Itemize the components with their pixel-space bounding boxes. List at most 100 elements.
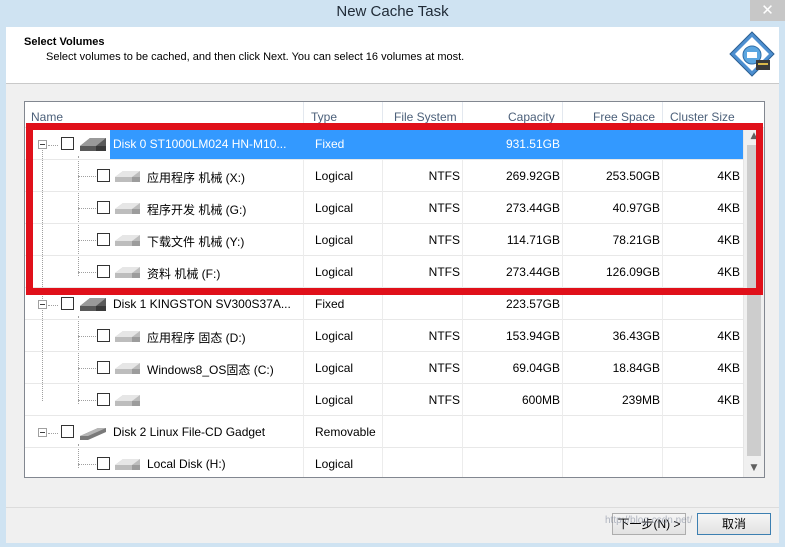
volume-icon (115, 171, 140, 182)
row-capacity: 600MB (521, 393, 560, 407)
row-free-space: 126.09GB (605, 265, 660, 279)
row-capacity: 273.44GB (505, 265, 560, 279)
volume-row-g[interactable]: 程序开发 机械 (G:) Logical NTFS 273.44GB 40.97… (25, 192, 743, 224)
volume-icon (115, 267, 140, 278)
column-type[interactable]: Type (311, 110, 337, 124)
row-name: 应用程序 固态 (D:) (147, 331, 246, 345)
row-type: Logical (315, 233, 354, 247)
next-button[interactable]: 下一步(N) > (612, 513, 686, 535)
row-capacity: 269.92GB (505, 169, 560, 183)
volume-list[interactable]: Name Type File System Capacity Free Spac… (24, 101, 765, 478)
row-cluster-size: 4KB (717, 233, 740, 247)
volume-checkbox[interactable] (97, 201, 110, 214)
row-free-space: 253.50GB (605, 169, 660, 183)
volume-checkbox[interactable] (97, 457, 110, 470)
hard-disk-icon (80, 138, 106, 151)
volume-checkbox[interactable] (97, 361, 110, 374)
row-cluster-size: 4KB (717, 201, 740, 215)
volume-icon (115, 203, 140, 214)
row-type: Fixed (315, 137, 345, 151)
row-name: Local Disk (H:) (147, 457, 226, 471)
row-name: Disk 2 Linux File-CD Gadget (113, 425, 266, 439)
row-capacity: 69.04GB (512, 361, 560, 375)
row-file-system: NTFS (428, 329, 460, 343)
volume-checkbox[interactable] (97, 393, 110, 406)
disk-row-2[interactable]: Disk 2 Linux File-CD Gadget Removable (25, 416, 743, 448)
row-name: Disk 0 ST1000LM024 HN-M10... (113, 137, 287, 151)
row-name: 应用程序 机械 (X:) (147, 171, 245, 185)
row-type: Logical (315, 265, 354, 279)
row-type: Logical (315, 361, 354, 375)
volume-row-f[interactable]: 资料 机械 (F:) Logical NTFS 273.44GB 126.09G… (25, 256, 743, 288)
cancel-button[interactable]: 取消 (697, 513, 771, 535)
disk-checkbox[interactable] (61, 297, 74, 310)
column-free-space[interactable]: Free Space (593, 110, 655, 124)
disk-checkbox[interactable] (61, 425, 74, 438)
column-file-system[interactable]: File System (394, 110, 457, 124)
volume-checkbox[interactable] (97, 233, 110, 246)
scroll-thumb[interactable] (747, 145, 761, 456)
volume-icon (115, 395, 140, 406)
collapse-toggle[interactable] (38, 140, 47, 149)
column-header: Name Type File System Capacity Free Spac… (25, 102, 764, 128)
row-cluster-size: 4KB (717, 393, 740, 407)
column-capacity[interactable]: Capacity (508, 110, 555, 124)
row-cluster-size: 4KB (717, 169, 740, 183)
row-name: 下载文件 机械 (Y:) (147, 235, 245, 249)
row-free-space: 36.43GB (612, 329, 660, 343)
disk-row-1[interactable]: Disk 1 KINGSTON SV300S37A... Fixed 223.5… (25, 288, 743, 320)
volume-row-y[interactable]: 下载文件 机械 (Y:) Logical NTFS 114.71GB 78.21… (25, 224, 743, 256)
cache-disk-icon (729, 31, 775, 77)
volume-icon (115, 363, 140, 374)
row-free-space: 239MB (621, 393, 660, 407)
row-name: Windows8_OS固态 (C:) (147, 363, 274, 377)
scroll-down-arrow-icon[interactable]: ▼ (744, 460, 764, 477)
vertical-scrollbar[interactable]: ▲ ▼ (743, 128, 764, 477)
row-file-system: NTFS (428, 393, 460, 407)
row-capacity: 931.51GB (505, 137, 560, 151)
step-description: Select volumes to be cached, and then cl… (46, 51, 465, 63)
volume-icon (115, 459, 140, 470)
row-capacity: 114.71GB (506, 233, 560, 247)
usb-drive-icon (80, 428, 106, 440)
row-name: 程序开发 机械 (G:) (147, 203, 247, 217)
row-capacity: 273.44GB (505, 201, 560, 215)
row-type: Logical (315, 457, 354, 471)
row-cluster-size: 4KB (717, 265, 740, 279)
volume-row-c[interactable]: Windows8_OS固态 (C:) Logical NTFS 69.04GB … (25, 352, 743, 384)
row-type: Removable (315, 425, 376, 439)
volume-row-h[interactable]: Local Disk (H:) Logical (25, 448, 743, 477)
step-title: Select Volumes (24, 36, 105, 48)
volume-icon (115, 331, 140, 342)
volume-checkbox[interactable] (97, 329, 110, 342)
row-capacity: 153.94GB (505, 329, 560, 343)
volume-row-d[interactable]: 应用程序 固态 (D:) Logical NTFS 153.94GB 36.43… (25, 320, 743, 352)
row-type: Logical (315, 201, 354, 215)
volume-row-unnamed[interactable]: Logical NTFS 600MB 239MB 4KB (25, 384, 743, 416)
row-file-system: NTFS (428, 169, 460, 183)
volume-icon (115, 235, 140, 246)
row-file-system: NTFS (428, 233, 460, 247)
volume-checkbox[interactable] (97, 265, 110, 278)
row-free-space: 78.21GB (612, 233, 660, 247)
row-name: Disk 1 KINGSTON SV300S37A... (113, 297, 291, 311)
row-name: 资料 机械 (F:) (147, 267, 221, 281)
row-type: Fixed (315, 297, 345, 311)
collapse-toggle[interactable] (38, 428, 47, 437)
volume-row-x[interactable]: 应用程序 机械 (X:) Logical NTFS 269.92GB 253.5… (25, 160, 743, 192)
close-button[interactable]: ✕ (750, 0, 785, 21)
disk-row-0[interactable]: Disk 0 ST1000LM024 HN-M10... Fixed 931.5… (25, 128, 743, 160)
disk-checkbox[interactable] (61, 137, 74, 150)
collapse-toggle[interactable] (38, 300, 47, 309)
volume-checkbox[interactable] (97, 169, 110, 182)
row-type: Logical (315, 393, 354, 407)
wizard-header: Select Volumes Select volumes to be cach… (6, 27, 779, 84)
row-file-system: NTFS (428, 361, 460, 375)
row-type: Logical (315, 169, 354, 183)
column-cluster-size[interactable]: Cluster Size (670, 110, 735, 124)
row-cluster-size: 4KB (717, 329, 740, 343)
scroll-up-arrow-icon[interactable]: ▲ (744, 128, 764, 145)
row-free-space: 40.97GB (612, 201, 660, 215)
column-name[interactable]: Name (31, 110, 63, 124)
row-file-system: NTFS (428, 201, 460, 215)
